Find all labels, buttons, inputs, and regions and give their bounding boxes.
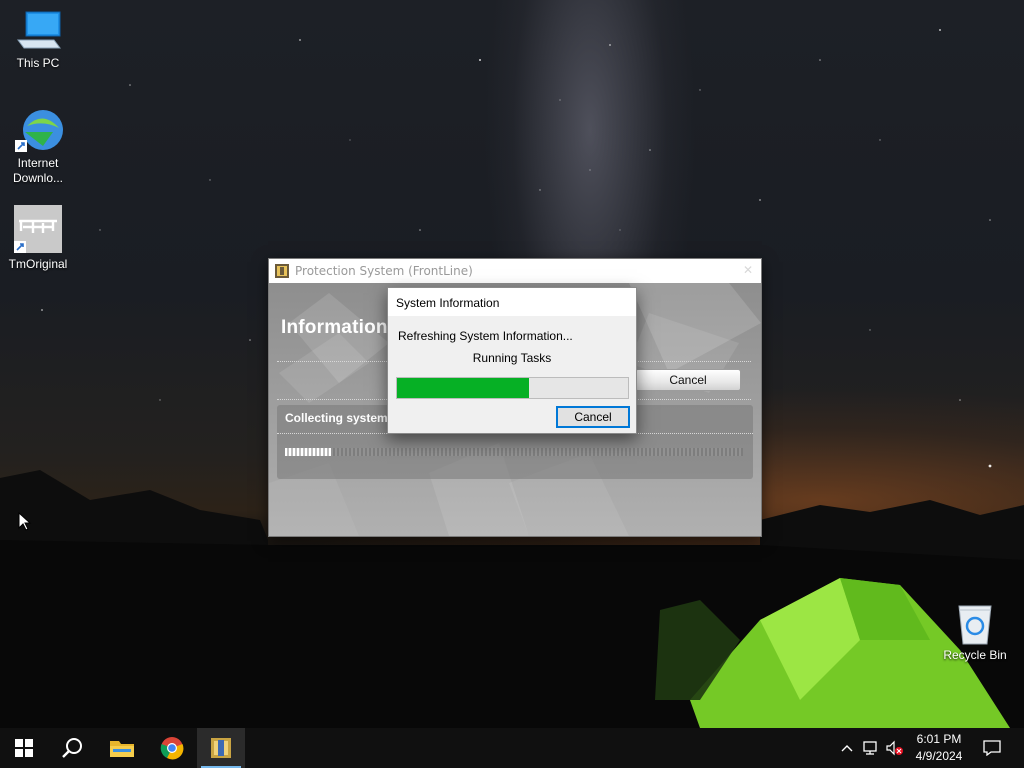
action-center-button[interactable] bbox=[980, 728, 1004, 768]
tmoriginal-icon bbox=[14, 205, 62, 253]
dialog-status-text: Refreshing System Information... bbox=[398, 329, 573, 343]
dialog-progress-bar bbox=[396, 377, 629, 399]
desktop-icon-this-pc[interactable]: This PC bbox=[0, 10, 76, 71]
tray-overflow-button[interactable] bbox=[838, 728, 856, 768]
tray-volume-button[interactable] bbox=[884, 728, 906, 768]
volume-muted-icon bbox=[886, 740, 903, 756]
tray-network-button[interactable] bbox=[860, 728, 882, 768]
window-close-button[interactable]: ✕ bbox=[743, 263, 753, 277]
file-explorer-icon bbox=[110, 741, 134, 757]
search-button[interactable] bbox=[48, 728, 96, 768]
desktop-icon-tmoriginal[interactable]: TmOriginal bbox=[0, 205, 76, 272]
network-icon bbox=[863, 741, 877, 755]
search-icon bbox=[62, 738, 82, 758]
collect-progress-fill bbox=[285, 448, 331, 456]
desktop-icon-label: This PC bbox=[16, 56, 60, 70]
chrome-icon bbox=[160, 737, 184, 760]
desktop-icon-recycle-bin[interactable]: Recycle Bin bbox=[937, 602, 1013, 663]
clock-time: 6:01 PM bbox=[916, 732, 962, 746]
desktop-icon-label: Internet Downlo... bbox=[12, 156, 64, 185]
desktop-icon-label: TmOriginal bbox=[8, 257, 68, 271]
recycle-bin-icon bbox=[958, 605, 992, 645]
mouse-cursor-icon bbox=[18, 512, 32, 531]
internet-download-manager-icon bbox=[15, 110, 63, 152]
protection-system-icon bbox=[211, 738, 231, 758]
collect-progress-bar bbox=[285, 448, 743, 456]
info-heading: Information bbox=[281, 317, 388, 338]
this-pc-icon bbox=[17, 11, 61, 49]
start-button[interactable] bbox=[0, 728, 48, 768]
chevron-up-icon bbox=[841, 745, 853, 752]
dialog-title: System Information bbox=[396, 296, 500, 310]
window-title: Protection System (FrontLine) bbox=[295, 264, 473, 278]
taskbar-clock[interactable]: 6:01 PM 4/9/2024 bbox=[904, 731, 974, 765]
taskbar-file-explorer[interactable] bbox=[98, 728, 146, 768]
windows-start-icon bbox=[15, 739, 33, 757]
taskbar-chrome[interactable] bbox=[148, 728, 196, 768]
app-shield-icon bbox=[275, 264, 289, 278]
action-center-icon bbox=[983, 740, 1001, 756]
dialog-titlebar[interactable]: System Information bbox=[388, 288, 636, 316]
clock-date: 4/9/2024 bbox=[915, 749, 963, 763]
collecting-status-text: Collecting system bbox=[285, 411, 388, 425]
dialog-task-text: Running Tasks bbox=[472, 351, 552, 365]
desktop-icon-label: Recycle Bin bbox=[943, 648, 1007, 662]
window-titlebar[interactable]: Protection System (FrontLine) ✕ bbox=[269, 259, 761, 283]
taskbar: 6:01 PM 4/9/2024 bbox=[0, 728, 1024, 768]
desktop-icon-internet-download-manager[interactable]: Internet Downlo... bbox=[0, 106, 76, 186]
dialog-cancel-button[interactable]: Cancel bbox=[556, 406, 630, 428]
app-cancel-button[interactable]: Cancel bbox=[635, 369, 741, 391]
taskbar-protection-system[interactable] bbox=[197, 728, 245, 768]
dialog-progress-fill bbox=[397, 378, 529, 398]
system-information-dialog[interactable]: System Information Refreshing System Inf… bbox=[387, 287, 637, 434]
